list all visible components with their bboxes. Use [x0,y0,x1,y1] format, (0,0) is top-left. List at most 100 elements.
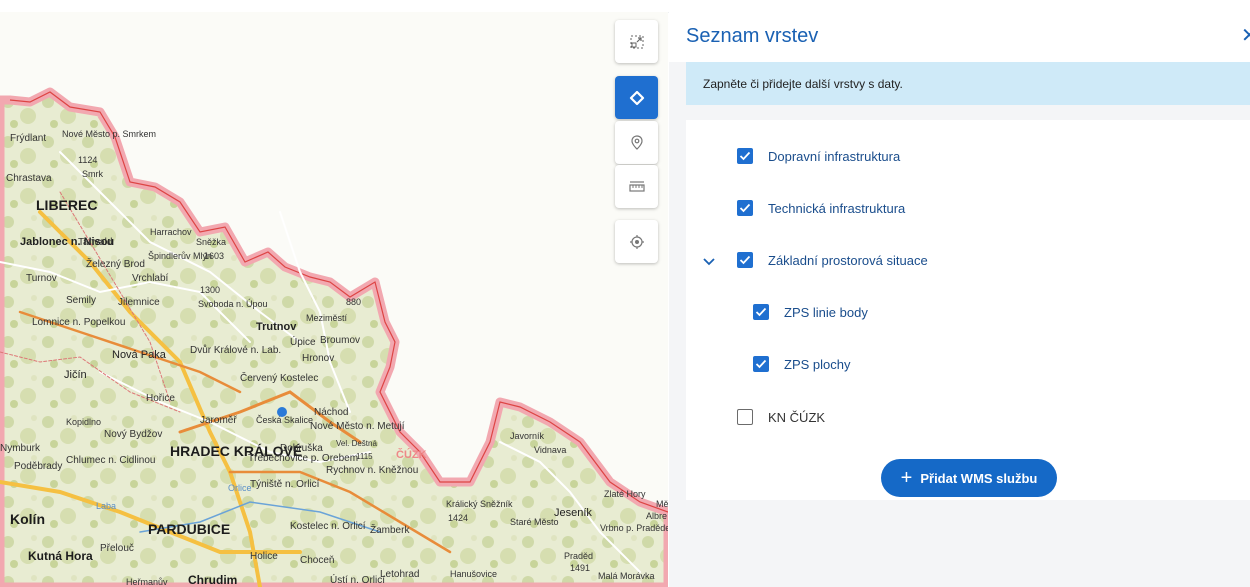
add-wms-button[interactable]: + Přidat WMS službu [881,459,1057,497]
map-label: Letohrad [380,569,420,580]
layer-item-zps-plochy[interactable]: ZPS plochy [753,352,850,376]
map-label: Hronov [302,353,335,364]
checkbox-checked[interactable] [753,356,769,372]
map-label: Vidnava [534,445,567,455]
map-label: Vel. Deštná [336,439,377,448]
layer-item-zps-linie[interactable]: ZPS linie body [753,300,868,324]
map-label: Orlice [228,483,252,493]
layer-item-technicka[interactable]: Technická infrastruktura [737,196,905,220]
map-label: Smrk [82,169,103,179]
layer-list: Dopravní infrastruktura Technická infras… [686,120,1250,500]
locate-icon [629,234,644,249]
checkbox-checked[interactable] [753,304,769,320]
checkbox-unchecked[interactable] [737,409,753,425]
map-label: Červený Kostelec [240,373,319,384]
pin-button[interactable] [615,121,658,164]
map-label: Ústí n. Orlicí [330,575,386,586]
layer-label: ZPS plochy [784,356,851,372]
map-label: Kolín [10,511,45,527]
panel-title: Seznam vrstev [686,25,819,47]
checkbox-checked[interactable] [737,200,753,216]
checkmark-icon [755,307,767,317]
map-label: Hořice [146,393,175,404]
checkmark-icon [755,359,767,369]
map-label: Zlaté Hory [604,489,646,499]
map-label: Jeseník [554,507,592,519]
map-label: LIBEREC [36,197,98,213]
map-label: Tanvald [78,237,113,248]
fullscreen-icon [630,35,643,48]
map-label: Harrachov [150,227,192,237]
map-label: Chlumec n. Cidlinou [66,455,156,466]
map-label: Nové Město p. Smrkem [62,129,157,139]
map-label: Trutnov [256,321,297,333]
close-icon[interactable]: ✕ [1241,26,1250,46]
layer-label: ZPS linie body [784,304,868,320]
map-label: Staré Město [510,517,559,527]
checkbox-checked[interactable] [737,148,753,164]
map-label: 880 [346,297,362,307]
map-label: Kutná Hora [28,549,93,563]
plus-icon: + [900,467,913,489]
map-label: Nové Město n. Metují [310,421,405,432]
map-label: Mě [656,499,668,509]
map-label: Jičín [64,369,87,381]
map-label: 1491 [570,563,591,573]
map-label: Laba [96,501,117,511]
fullscreen-button[interactable] [615,20,658,63]
map-label: Týniště n. Orlicí [250,479,320,490]
info-banner: Zapněte či přidejte další vrstvy s daty. [686,62,1250,105]
layer-label: Technická infrastruktura [768,200,906,216]
ruler-icon [628,180,645,192]
checkmark-icon [739,151,751,161]
add-wms-label: Přidat WMS službu [920,470,1038,486]
map-label: Nový Bydžov [104,429,163,440]
layer-item-dopravni[interactable]: Dopravní infrastruktura [737,144,900,168]
map-label: Praděd [564,551,594,561]
layer-item-zakladni[interactable]: Základní prostorová situace [737,248,928,272]
locate-button[interactable] [615,220,658,263]
panel-header: Seznam vrstev ✕ [669,12,1250,62]
map-label: Chrudim [188,573,238,587]
map-label: Nová Paka [112,349,166,361]
layer-label: KN ČÚZK [768,409,826,425]
map-label: 1124 [78,155,98,165]
layer-item-kn-cuzk[interactable]: KN ČÚZK [737,405,825,429]
map-label: Přelouč [100,543,134,554]
map-label: Úpice [290,337,316,348]
map-label: Choceň [300,555,335,566]
layers-panel: Seznam vrstev ✕ Zapněte či přidejte dalš… [669,12,1250,587]
layer-label: Dopravní infrastruktura [768,148,901,164]
map-label: Česká Skalice [256,415,314,425]
map-label: Vrchlabí [132,273,169,284]
map-label: Rychnov n. Kněžnou [326,465,419,476]
map-label: Lomnice n. Popelkou [32,317,126,328]
map-label: Chrastava [6,173,52,184]
checkbox-checked[interactable] [737,252,753,268]
checkmark-icon [739,203,751,213]
map-label: Dvůr Králové n. Lab. [190,345,282,356]
map-label: Frýdlant [10,133,47,144]
map-label: Svoboda n. Úpou [198,299,268,309]
map-label: Hanušovice [450,569,498,579]
map-label: Kostelec n. Orlicí [290,521,366,532]
map-label: Jaroměř [200,415,237,426]
map-label: 1115 [356,452,373,461]
map-view[interactable]: Frýdlant Nové Město p. Smrkem 1124 Chras… [0,12,668,587]
checkmark-icon [739,255,751,265]
chevron-down-icon[interactable] [702,254,716,272]
ruler-button[interactable] [615,165,658,208]
map-label: Žamberk [370,525,410,536]
map-label: 1424 [448,513,469,523]
map-label: 1603 [204,251,225,261]
map-label: Javorník [510,431,545,441]
map-label: Broumov [320,335,361,346]
layers-button[interactable] [615,76,658,119]
map-label: Turnov [26,273,57,284]
pin-icon [630,134,643,150]
map-label: PARDUBICE [148,521,231,537]
map-label: Králický Sněžník [446,499,513,509]
map-label: Nymburk [0,443,41,454]
map-label: Jilemnice [118,297,160,308]
map-label: Holice [250,551,278,562]
